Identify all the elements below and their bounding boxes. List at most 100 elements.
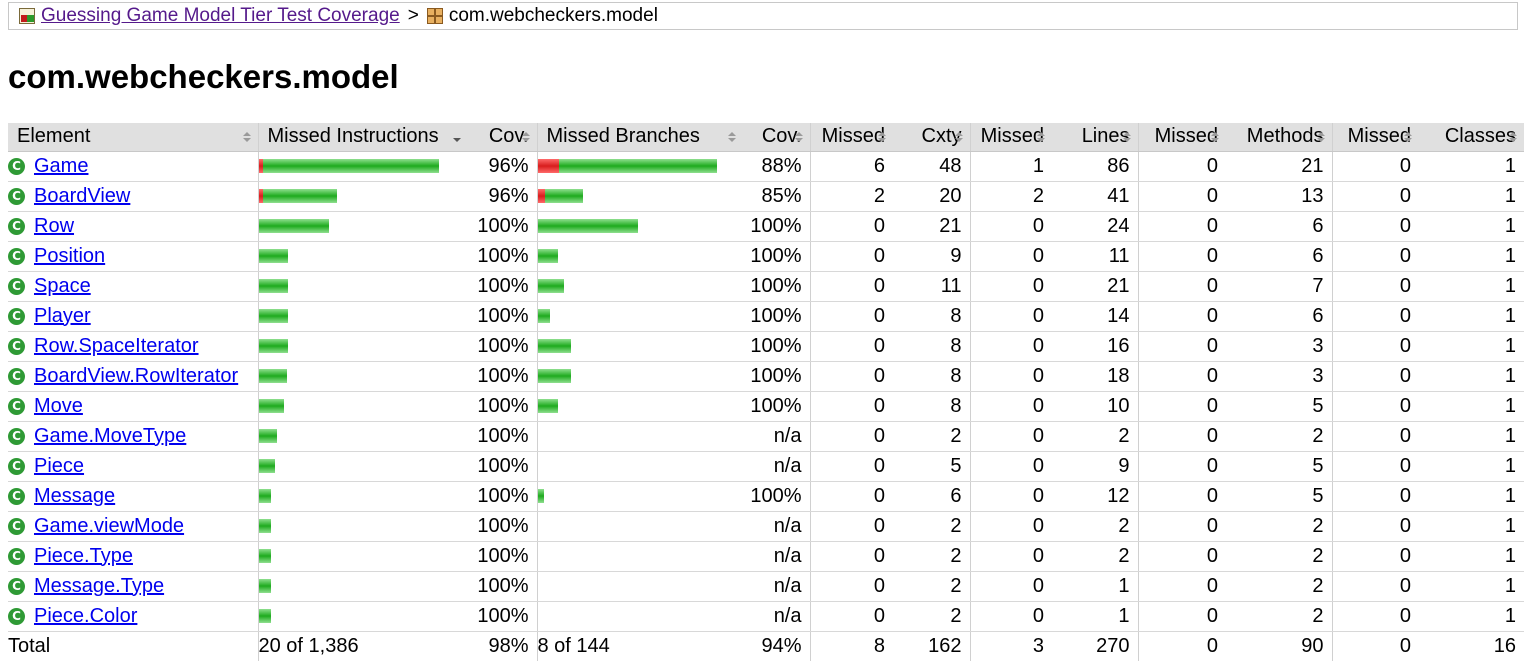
- header-missed-branches[interactable]: Missed Branches: [536, 123, 743, 152]
- complexity: 8: [893, 391, 970, 422]
- instructions-coverage: 100%: [468, 211, 537, 242]
- classes: 1: [1419, 481, 1524, 512]
- header-complexity[interactable]: Cxty: [893, 123, 970, 152]
- element-link[interactable]: Space: [34, 275, 91, 298]
- missed-methods: 0: [1137, 421, 1226, 452]
- element-link[interactable]: Row.SpaceIterator: [34, 335, 199, 358]
- table-header-row: Element Missed Instructions Cov. Missed …: [8, 123, 1524, 152]
- covered-bar-segment: [259, 279, 288, 293]
- branches-bar-cell: [536, 361, 743, 392]
- complexity: 8: [893, 301, 970, 332]
- element-link[interactable]: Game.viewMode: [34, 515, 184, 538]
- table-row: C Game.viewMode 100% n/a 0 2 0 2 0 2 0 1: [8, 511, 1524, 542]
- instructions-coverage: 100%: [468, 541, 537, 572]
- lines: 11: [1052, 241, 1138, 272]
- missed-classes: 0: [1331, 511, 1419, 542]
- total-missed-lines: 3: [969, 630, 1052, 661]
- missed-methods: 0: [1137, 271, 1226, 302]
- covered-bar-segment: [259, 609, 271, 623]
- instructions-coverage: 100%: [468, 511, 537, 542]
- methods: 2: [1226, 601, 1332, 632]
- breadcrumb-report-link[interactable]: Guessing Game Model Tier Test Coverage: [41, 5, 400, 27]
- methods: 5: [1226, 481, 1332, 512]
- class-icon: C: [8, 457, 25, 475]
- missed-lines: 0: [969, 541, 1052, 572]
- instructions-bar-cell: [257, 421, 468, 452]
- sort-icon: [1316, 132, 1325, 142]
- header-missed-complexity[interactable]: Missed: [809, 123, 893, 152]
- table-row: C Player 100% 100% 0 8 0 14 0 6 0 1: [8, 301, 1524, 332]
- header-missed-instructions[interactable]: Missed Instructions: [257, 123, 468, 152]
- branches-coverage: 100%: [743, 331, 810, 362]
- element-link[interactable]: Piece.Type: [34, 545, 133, 568]
- header-lines[interactable]: Lines: [1052, 123, 1138, 152]
- branches-bar-cell: [536, 571, 743, 602]
- header-classes[interactable]: Classes: [1419, 123, 1524, 152]
- header-element[interactable]: Element: [8, 123, 258, 152]
- instructions-coverage: 100%: [468, 601, 537, 632]
- header-branches-coverage[interactable]: Cov.: [743, 123, 810, 152]
- methods: 5: [1226, 451, 1332, 482]
- classes: 1: [1419, 271, 1524, 302]
- header-missed-methods[interactable]: Missed: [1137, 123, 1226, 152]
- covered-bar-segment: [259, 219, 329, 233]
- branches-bar: [538, 399, 743, 413]
- header-methods[interactable]: Methods: [1226, 123, 1332, 152]
- class-icon: C: [8, 187, 25, 205]
- missed-lines: 0: [969, 511, 1052, 542]
- branches-bar: [538, 219, 743, 233]
- element-link[interactable]: Row: [34, 215, 74, 238]
- element-cell: C Piece: [8, 451, 258, 482]
- branches-coverage: n/a: [743, 601, 810, 632]
- table-row: C Game 96% 88% 6 48 1 86 0 21 0 1: [8, 151, 1524, 182]
- missed-classes: 0: [1331, 541, 1419, 572]
- element-link[interactable]: Move: [34, 395, 83, 418]
- element-link[interactable]: Player: [34, 305, 91, 328]
- classes: 1: [1419, 451, 1524, 482]
- missed-methods: 0: [1137, 331, 1226, 362]
- element-cell: C Position: [8, 241, 258, 272]
- sort-icon: [728, 132, 736, 142]
- lines: 1: [1052, 601, 1138, 632]
- table-row: C Space 100% 100% 0 11 0 21 0 7 0 1: [8, 271, 1524, 302]
- element-link[interactable]: Position: [34, 245, 105, 268]
- element-link[interactable]: Message.Type: [34, 575, 164, 598]
- class-icon: C: [8, 517, 25, 535]
- methods: 2: [1226, 571, 1332, 602]
- table-row: C Move 100% 100% 0 8 0 10 0 5 0 1: [8, 391, 1524, 422]
- instructions-bar: [259, 189, 468, 203]
- total-missed-branches: 8 of 144: [536, 630, 743, 661]
- breadcrumb-current: com.webcheckers.model: [448, 5, 658, 26]
- class-icon: C: [8, 277, 25, 295]
- lines: 86: [1052, 151, 1138, 182]
- header-missed-lines[interactable]: Missed: [969, 123, 1052, 152]
- header-instructions-coverage[interactable]: Cov.: [468, 123, 537, 152]
- instructions-bar-cell: [257, 541, 468, 572]
- element-link[interactable]: Piece: [34, 455, 84, 478]
- sort-icon: [1404, 132, 1412, 142]
- instructions-coverage: 100%: [468, 421, 537, 452]
- lines: 9: [1052, 451, 1138, 482]
- element-link[interactable]: BoardView.RowIterator: [34, 365, 238, 388]
- missed-complexity: 0: [809, 391, 893, 422]
- element-link[interactable]: Message: [34, 485, 115, 508]
- element-link[interactable]: Piece.Color: [34, 605, 137, 628]
- element-cell: C Piece.Color: [8, 601, 258, 632]
- element-cell: C Message.Type: [8, 571, 258, 602]
- branches-coverage: n/a: [743, 451, 810, 482]
- class-icon: C: [8, 547, 25, 565]
- branches-bar-cell: [536, 331, 743, 362]
- element-cell: C Space: [8, 271, 258, 302]
- element-link[interactable]: BoardView: [34, 185, 130, 208]
- instructions-bar-cell: [257, 481, 468, 512]
- methods: 2: [1226, 511, 1332, 542]
- branches-bar-cell: [536, 511, 743, 542]
- header-missed-classes[interactable]: Missed: [1331, 123, 1419, 152]
- element-link[interactable]: Game.MoveType: [34, 425, 186, 448]
- complexity: 20: [893, 181, 970, 212]
- element-link[interactable]: Game: [34, 155, 88, 178]
- branches-coverage: 88%: [743, 151, 810, 182]
- lines: 16: [1052, 331, 1138, 362]
- class-icon: C: [8, 577, 25, 595]
- missed-classes: 0: [1331, 571, 1419, 602]
